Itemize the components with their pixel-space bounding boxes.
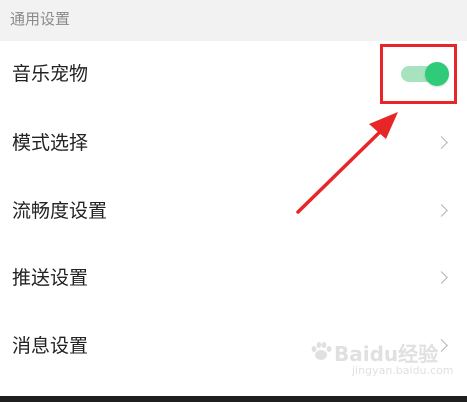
- annotation-highlight-box: [380, 44, 457, 104]
- chevron-right-icon: [435, 204, 448, 217]
- chevron-right-icon: [435, 136, 448, 149]
- watermark-brand: Baidu经验: [334, 342, 439, 366]
- chevron-right-icon: [435, 271, 448, 284]
- watermark-url: jingyan.baidu.com: [352, 364, 454, 377]
- setting-row-push[interactable]: 推送设置: [0, 245, 467, 311]
- section-header: 通用设置: [0, 0, 467, 41]
- setting-label: 音乐宠物: [12, 63, 89, 85]
- setting-row-smoothness[interactable]: 流畅度设置: [0, 178, 467, 244]
- setting-label: 消息设置: [12, 335, 89, 357]
- setting-label: 推送设置: [12, 267, 89, 289]
- baidu-watermark: Baidu经验 jingyan.baidu.com: [311, 334, 458, 384]
- setting-label: 模式选择: [12, 132, 89, 154]
- setting-row-mode-select[interactable]: 模式选择: [0, 110, 467, 176]
- setting-label: 流畅度设置: [12, 200, 108, 222]
- bottom-edge-bar: [0, 396, 467, 402]
- section-title: 通用设置: [10, 10, 71, 28]
- paw-icon: [311, 342, 332, 360]
